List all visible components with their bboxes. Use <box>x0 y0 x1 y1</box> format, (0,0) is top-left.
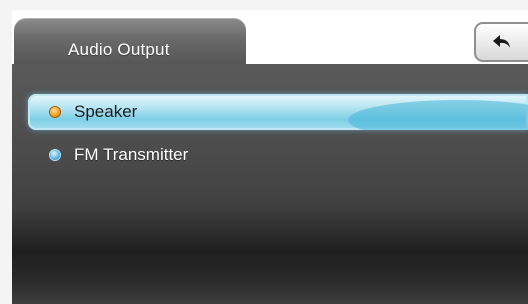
selection-highlight <box>348 100 528 130</box>
option-fm-transmitter[interactable]: FM Transmitter <box>28 138 528 172</box>
back-arrow-icon <box>493 35 510 48</box>
tab-title: Audio Output <box>68 40 170 59</box>
option-speaker[interactable]: Speaker <box>28 94 528 130</box>
selected-indicator-icon <box>50 107 60 117</box>
option-label: Speaker <box>74 102 138 121</box>
unselected-indicator-icon <box>50 150 60 160</box>
back-button[interactable] <box>474 22 528 62</box>
audio-output-screen: Audio Output Speaker FM Transmitter <box>12 10 528 304</box>
option-label: FM Transmitter <box>74 145 189 164</box>
